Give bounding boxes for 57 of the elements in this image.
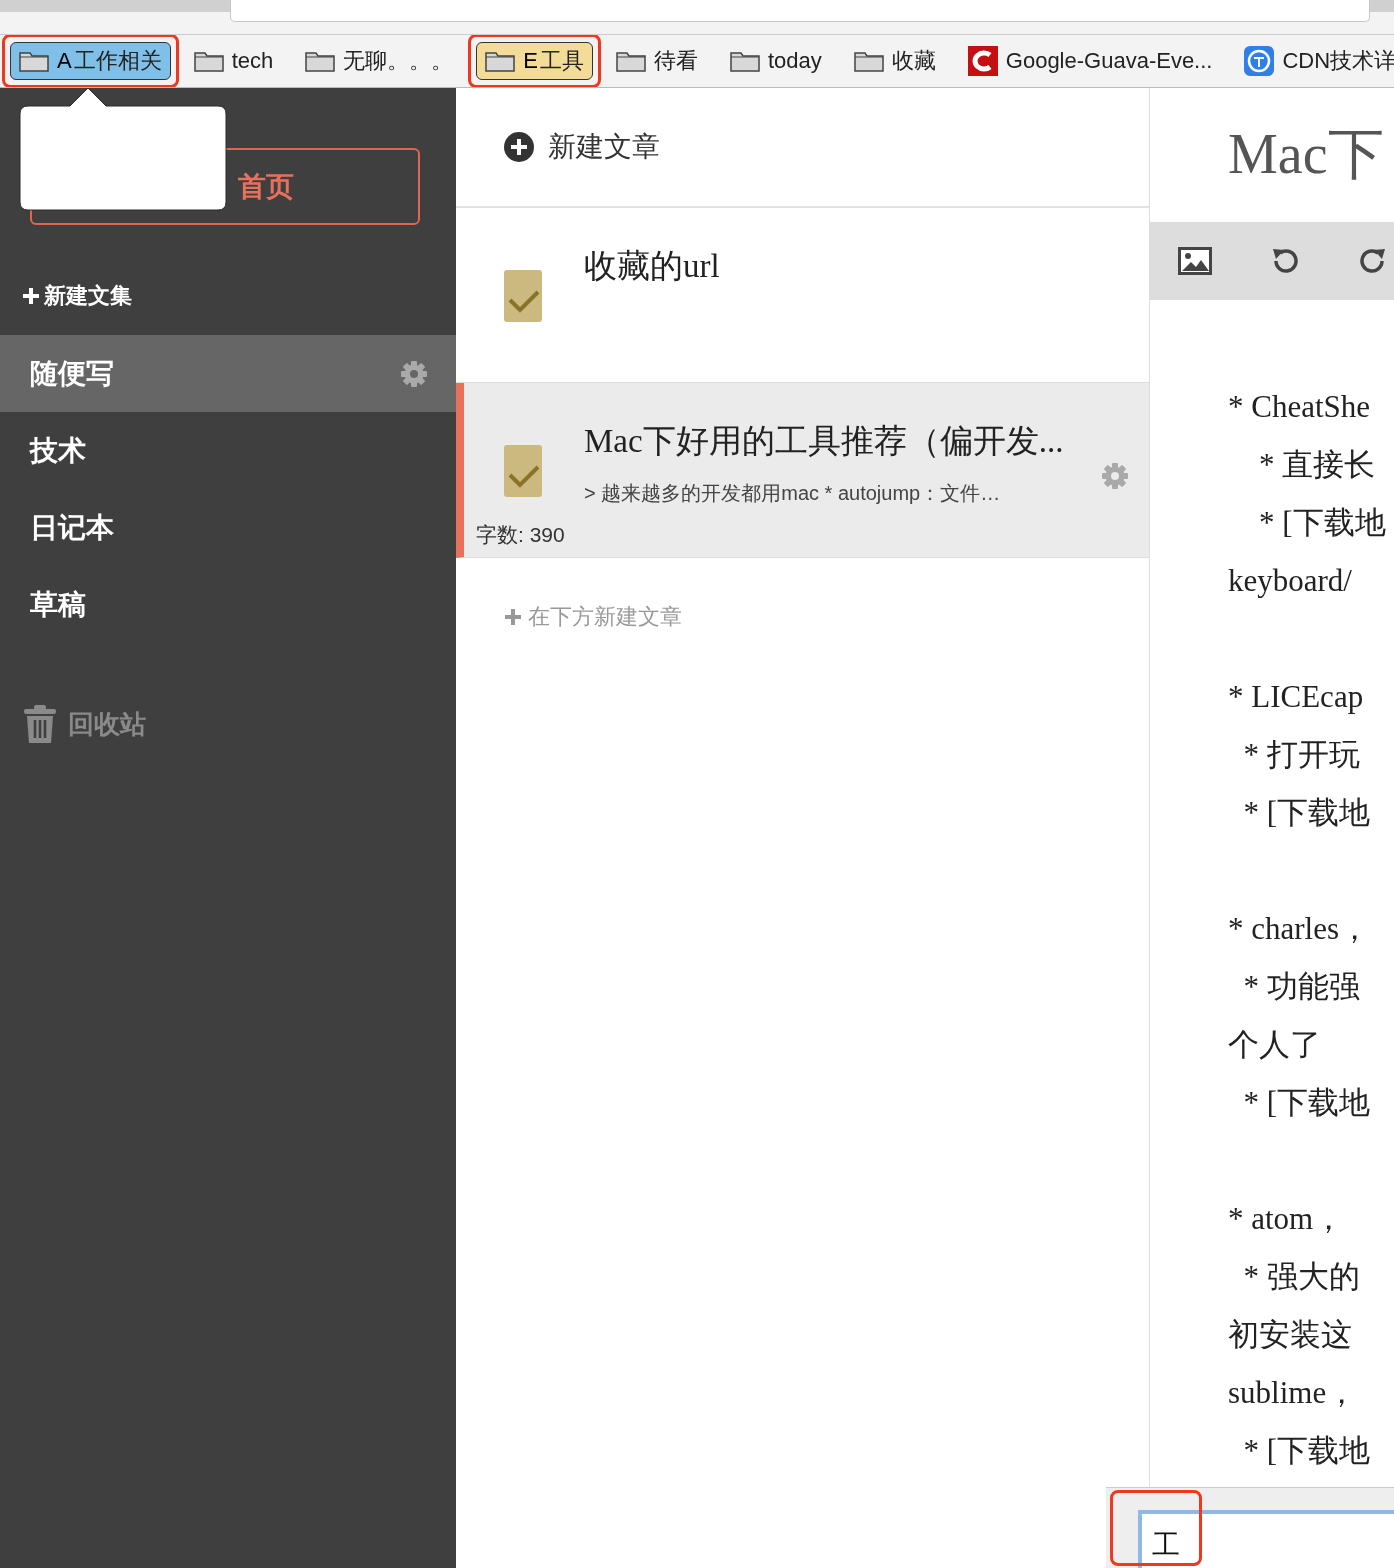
address-field[interactable] <box>230 0 1370 22</box>
input-field[interactable]: 工 <box>1138 1510 1394 1568</box>
bookmark[interactable]: 收藏 <box>844 42 945 80</box>
folder-icon <box>615 50 646 72</box>
notebook-item[interactable]: 日记本 <box>0 489 456 566</box>
bookmark[interactable]: today <box>720 44 831 78</box>
editor-text-line: * [下载地 <box>1242 794 1372 832</box>
bookmark[interactable]: tech <box>184 44 283 78</box>
bookmark[interactable]: A工作相关 <box>10 42 171 80</box>
editor-text-line: * 直接长 <box>1258 446 1377 484</box>
folder-icon <box>305 50 336 72</box>
folder-icon <box>193 50 224 72</box>
bookmark[interactable]: Google-Guava-Eve... <box>958 42 1222 80</box>
folder-icon <box>485 50 516 72</box>
plus-icon <box>22 287 40 305</box>
published-icon <box>504 270 542 322</box>
note-item[interactable]: Mac下好用的工具推荐（偏开发... > 越来越多的开发都用mac * autojump：文件… 字数: 390 <box>456 383 1149 558</box>
drag-cursor-text: E <box>523 48 538 74</box>
editor-text-line: * charles， <box>1228 910 1372 948</box>
drag-cursor-text: A <box>57 48 72 74</box>
editor-text-line: * CheatShe <box>1228 388 1372 426</box>
editor-text-line: 初安装这 <box>1228 1316 1353 1354</box>
editor-text-line: * 强大的 <box>1242 1258 1361 1296</box>
editor-text-line: keyboard/ <box>1228 562 1353 600</box>
notebook-item[interactable]: 草稿 <box>0 566 456 643</box>
article-title[interactable]: Mac下 <box>1150 88 1394 222</box>
bookmark[interactable]: E工具 <box>476 42 593 80</box>
folder-icon <box>19 50 49 72</box>
plus-icon <box>504 608 522 626</box>
editor-text-line: 个人了 <box>1228 1026 1322 1064</box>
bookmark[interactable]: 待看 <box>606 42 707 80</box>
folder-icon <box>853 50 884 72</box>
editor-text-line: sublime， <box>1228 1374 1359 1412</box>
bookmark[interactable]: 无聊。。。 <box>296 42 463 80</box>
note-title: 收藏的url <box>584 247 721 286</box>
published-icon <box>504 445 542 497</box>
logo-icon <box>967 46 998 76</box>
editor-text-line: * atom， <box>1228 1200 1346 1238</box>
notebook-item[interactable]: 随便写 <box>0 335 456 412</box>
editor-text-line: * 打开玩 <box>1242 736 1361 774</box>
trash-icon <box>24 705 56 743</box>
plus-circle-icon <box>504 132 534 162</box>
undo-icon[interactable] <box>1270 246 1300 276</box>
editor-text-line: * [下载地 <box>1242 1084 1372 1122</box>
editor-text-line: * LICEcap <box>1228 678 1365 716</box>
editor-text-line: * [下载地 <box>1258 504 1387 542</box>
new-article-button[interactable]: 新建文章 <box>456 88 1149 208</box>
editor-text-line: * 功能强 <box>1242 968 1361 1006</box>
word-count: 字数: 390 <box>476 522 565 548</box>
editor-text-line: * [下载地 <box>1242 1432 1372 1470</box>
image-icon[interactable] <box>1178 247 1212 275</box>
folder-icon <box>729 50 760 72</box>
logo-icon <box>1244 46 1275 76</box>
redo-icon[interactable] <box>1358 246 1388 276</box>
notebook-item[interactable]: 技术 <box>0 412 456 489</box>
new-notebook-button[interactable]: 新建文集 <box>22 281 456 311</box>
note-excerpt: > 越来越多的开发都用mac * autojump：文件… <box>584 481 1002 506</box>
